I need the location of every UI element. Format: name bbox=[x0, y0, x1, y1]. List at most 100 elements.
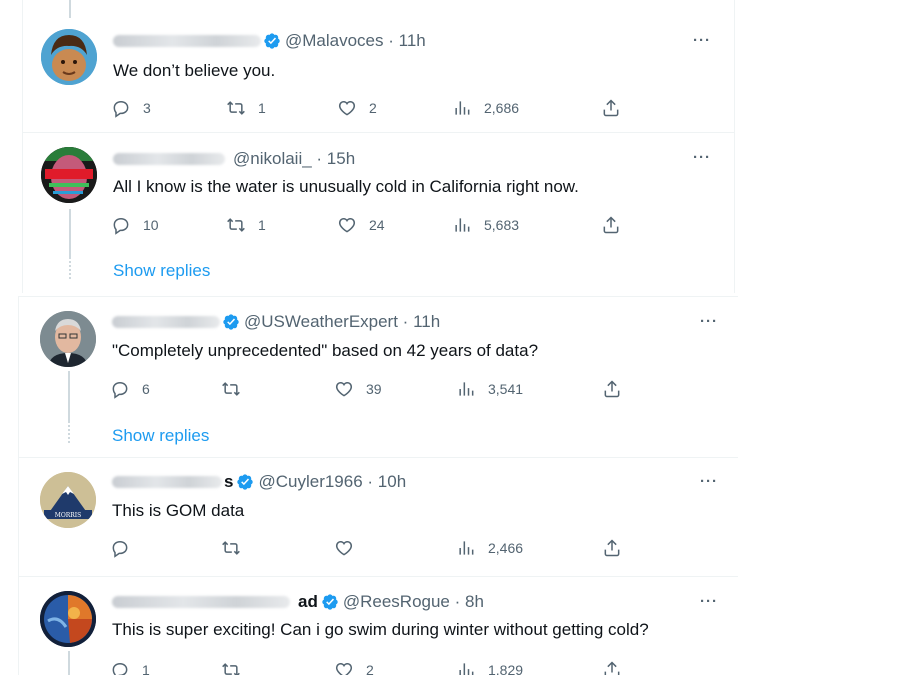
avatar-logo-text: MORRIS bbox=[55, 512, 82, 519]
view-count: 3,541 bbox=[488, 381, 524, 397]
timestamp[interactable]: 11h bbox=[413, 312, 440, 332]
more-options-icon[interactable]: ··· bbox=[693, 32, 711, 49]
reply-count: 1 bbox=[142, 662, 150, 675]
view-count: 5,683 bbox=[484, 217, 520, 233]
avatar[interactable] bbox=[41, 29, 97, 85]
tweet-text: This is GOM data bbox=[112, 501, 245, 520]
reply-icon bbox=[112, 662, 128, 675]
like-button[interactable] bbox=[334, 536, 366, 560]
like-count: 2 bbox=[369, 100, 377, 116]
timestamp[interactable]: 11h bbox=[399, 31, 426, 51]
like-button[interactable]: 24 bbox=[337, 213, 385, 237]
retweet-button[interactable] bbox=[221, 377, 253, 401]
heart-icon bbox=[335, 662, 353, 675]
tweet-cuyler1966[interactable]: MORRIS s @Cuyler1966 · 10h ··· This is G… bbox=[19, 458, 738, 576]
share-button[interactable] bbox=[601, 96, 633, 120]
redacted-display-name bbox=[112, 596, 290, 608]
handle[interactable]: @USWeatherExpert bbox=[244, 312, 398, 332]
share-icon bbox=[603, 99, 619, 117]
separator: · bbox=[311, 149, 327, 168]
reply-icon bbox=[113, 100, 129, 118]
retweet-icon bbox=[222, 541, 240, 555]
tweet-header: ad @ReesRogue · 8h bbox=[112, 591, 484, 613]
heart-icon bbox=[338, 217, 356, 233]
tweet-nikolaii[interactable]: @nikolaii_ · 15h ··· All I know is the w… bbox=[23, 133, 734, 293]
verified-badge-icon bbox=[223, 314, 239, 330]
retweet-icon bbox=[227, 218, 245, 232]
like-button[interactable]: 2 bbox=[334, 658, 374, 675]
thread-connector bbox=[69, 0, 71, 18]
views-button[interactable]: 1,829 bbox=[456, 658, 523, 675]
show-replies-link[interactable]: Show replies bbox=[112, 426, 209, 446]
avatar[interactable] bbox=[40, 311, 96, 367]
reply-button[interactable]: 6 bbox=[110, 377, 150, 401]
timestamp[interactable]: 15h bbox=[327, 149, 355, 169]
share-icon bbox=[603, 216, 619, 234]
avatar[interactable] bbox=[40, 591, 96, 647]
share-button[interactable] bbox=[602, 658, 634, 675]
tweet-text: This is super exciting! Can i go swim du… bbox=[112, 620, 649, 639]
reply-button[interactable]: 1 bbox=[110, 658, 150, 675]
reply-icon bbox=[112, 540, 128, 558]
verified-badge-icon bbox=[264, 33, 280, 49]
separator: · bbox=[449, 592, 465, 611]
more-options-icon[interactable]: ··· bbox=[700, 313, 718, 330]
separator: · bbox=[383, 31, 399, 50]
display-name-fragment: ad bbox=[298, 592, 318, 611]
handle[interactable]: @ReesRogue bbox=[343, 592, 450, 612]
share-icon bbox=[604, 661, 620, 675]
retweet-button[interactable]: 1 bbox=[226, 213, 266, 237]
tweet-header: @USWeatherExpert · 11h bbox=[112, 311, 440, 333]
handle[interactable]: @Malavoces bbox=[285, 31, 384, 51]
separator: · bbox=[362, 472, 378, 491]
retweet-icon bbox=[222, 382, 240, 396]
avatar[interactable] bbox=[41, 147, 97, 203]
tweet-header: @nikolaii_ · 15h bbox=[113, 148, 355, 170]
thread-dotted-connector bbox=[68, 425, 70, 443]
tweet-usweatherexpert[interactable]: @USWeatherExpert · 11h ··· "Completely u… bbox=[19, 297, 738, 457]
thread-connector bbox=[68, 371, 70, 423]
reply-button[interactable]: 10 bbox=[111, 213, 159, 237]
views-button[interactable]: 5,683 bbox=[452, 213, 519, 237]
more-options-icon[interactable]: ··· bbox=[700, 593, 718, 610]
tweet-actions: 6 39 3,541 bbox=[110, 377, 630, 401]
views-chart-icon bbox=[459, 663, 474, 675]
reply-button[interactable] bbox=[110, 536, 142, 560]
like-button[interactable]: 2 bbox=[337, 96, 377, 120]
like-button[interactable]: 39 bbox=[334, 377, 382, 401]
tweet-header: s @Cuyler1966 · 10h bbox=[112, 471, 406, 493]
share-button[interactable] bbox=[602, 536, 634, 560]
reply-button[interactable]: 3 bbox=[111, 96, 151, 120]
handle[interactable]: @Cuyler1966 bbox=[258, 472, 362, 492]
timestamp[interactable]: 8h bbox=[465, 592, 484, 612]
redacted-display-name bbox=[112, 476, 222, 488]
like-count: 2 bbox=[366, 662, 374, 675]
views-button[interactable]: 3,541 bbox=[456, 377, 523, 401]
views-button[interactable]: 2,686 bbox=[452, 96, 519, 120]
show-replies-link[interactable]: Show replies bbox=[113, 261, 210, 281]
share-button[interactable] bbox=[602, 377, 634, 401]
tweet-reesrogue[interactable]: ad @ReesRogue · 8h ··· This is super exc… bbox=[19, 577, 738, 675]
more-options-icon[interactable]: ··· bbox=[693, 149, 711, 166]
avatar[interactable]: MORRIS bbox=[40, 472, 96, 528]
tweet-malavoces[interactable]: @Malavoces · 11h ··· We don’t believe yo… bbox=[23, 18, 734, 132]
share-button[interactable] bbox=[601, 213, 633, 237]
handle[interactable]: @nikolaii_ bbox=[233, 149, 312, 169]
thread-connector bbox=[69, 209, 71, 259]
thread-dotted-connector bbox=[69, 261, 71, 279]
timestamp[interactable]: 10h bbox=[378, 472, 406, 492]
retweet-button[interactable] bbox=[221, 658, 253, 675]
retweet-count: 1 bbox=[258, 217, 266, 233]
tweet-actions: 10 1 24 5,683 bbox=[111, 213, 631, 237]
retweet-button[interactable] bbox=[221, 536, 253, 560]
reply-thread-panel-1: @Malavoces · 11h ··· We don’t believe yo… bbox=[22, 0, 735, 293]
more-options-icon[interactable]: ··· bbox=[700, 473, 718, 490]
views-chart-icon bbox=[459, 541, 474, 555]
retweet-button[interactable]: 1 bbox=[226, 96, 266, 120]
views-chart-icon bbox=[459, 382, 474, 396]
reply-icon bbox=[112, 381, 128, 399]
redacted-display-name bbox=[112, 316, 220, 328]
verified-badge-icon bbox=[322, 594, 338, 610]
reply-count: 10 bbox=[143, 217, 159, 233]
views-button[interactable]: 2,466 bbox=[456, 536, 523, 560]
